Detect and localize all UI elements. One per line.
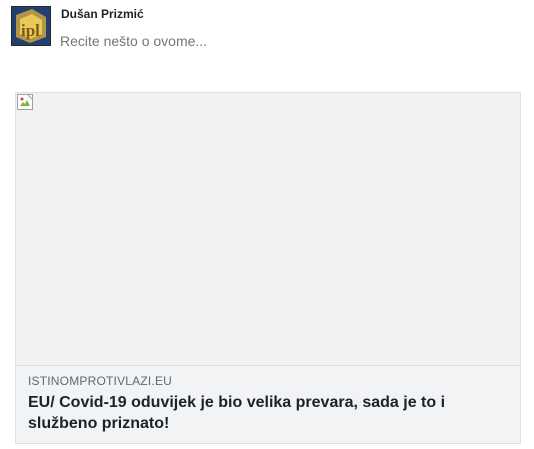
author-name[interactable]: Dušan Prizmić [61,7,144,21]
svg-text:ipl: ipl [21,21,40,40]
post-composer: ipl Dušan Prizmić ISTINOMPROTIVLAZI.EU E… [0,0,534,449]
link-preview-card[interactable]: ISTINOMPROTIVLAZI.EU EU/ Covid-19 oduvij… [15,92,521,444]
link-domain: ISTINOMPROTIVLAZI.EU [28,374,173,388]
link-title[interactable]: EU/ Covid-19 oduvijek je bio velika prev… [28,392,498,434]
avatar[interactable]: ipl [11,6,51,46]
ipl-logo-icon: ipl [12,7,50,45]
post-text-input[interactable] [60,32,500,50]
link-preview-image[interactable] [16,93,520,366]
broken-image-icon [17,94,33,110]
